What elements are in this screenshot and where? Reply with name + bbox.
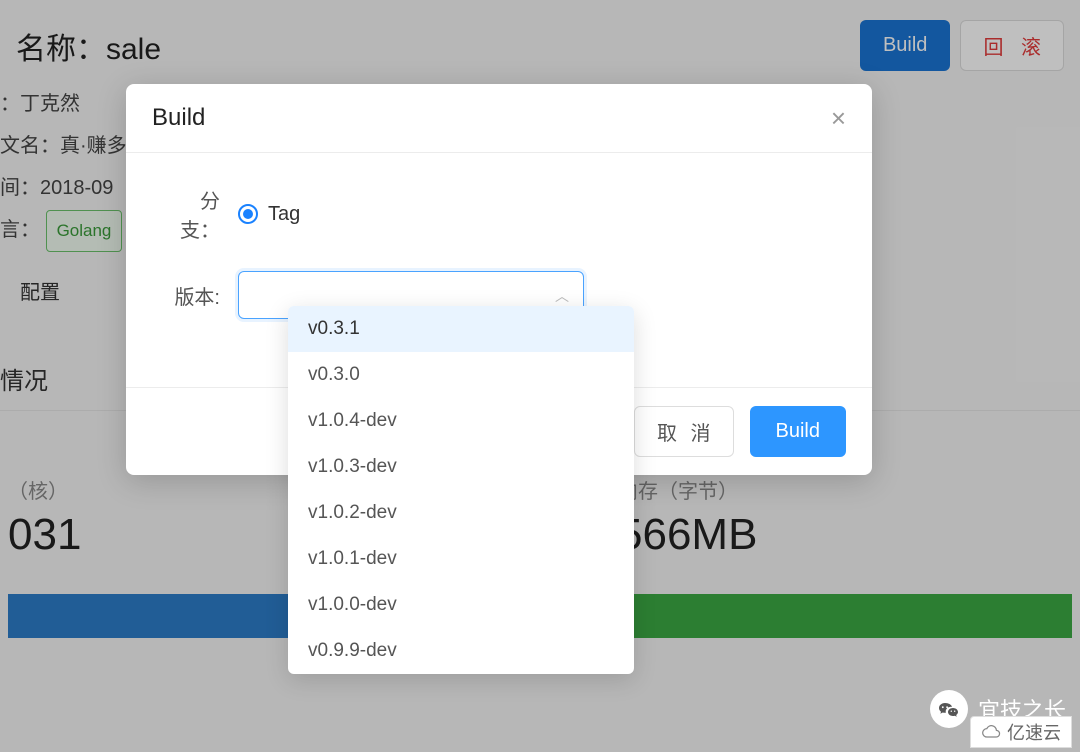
modal-header: Build ×	[126, 84, 872, 153]
dropdown-item[interactable]: v0.3.0	[288, 352, 634, 398]
dropdown-item[interactable]: v1.0.4-dev	[288, 398, 634, 444]
dropdown-item[interactable]: v1.0.3-dev	[288, 444, 634, 490]
close-icon[interactable]: ×	[831, 105, 846, 131]
version-dropdown: v0.3.1 v0.3.0 v1.0.4-dev v1.0.3-dev v1.0…	[288, 306, 634, 674]
branch-label: 分支：	[162, 185, 220, 243]
dropdown-item[interactable]: v0.9.9-dev	[288, 628, 634, 674]
watermark-text: 亿速云	[1007, 719, 1061, 745]
dropdown-item[interactable]: v1.0.0-dev	[288, 582, 634, 628]
tag-radio-label: Tag	[268, 203, 300, 226]
radio-checked-icon	[238, 204, 258, 224]
tag-radio[interactable]: Tag	[238, 203, 300, 226]
watermark: 亿速云	[970, 716, 1072, 748]
version-label: 版本:	[162, 281, 220, 310]
dropdown-item[interactable]: v0.3.1	[288, 306, 634, 352]
chevron-up-icon: ﹀	[555, 285, 569, 305]
branch-row: 分支： Tag	[162, 185, 836, 243]
modal-title: Build	[152, 104, 205, 132]
cancel-button[interactable]: 取 消	[634, 406, 734, 457]
cloud-icon	[981, 722, 1001, 742]
build-button[interactable]: Build	[750, 406, 846, 457]
dropdown-item[interactable]: v1.0.2-dev	[288, 490, 634, 536]
dropdown-item[interactable]: v1.0.1-dev	[288, 536, 634, 582]
wechat-icon	[930, 690, 968, 728]
